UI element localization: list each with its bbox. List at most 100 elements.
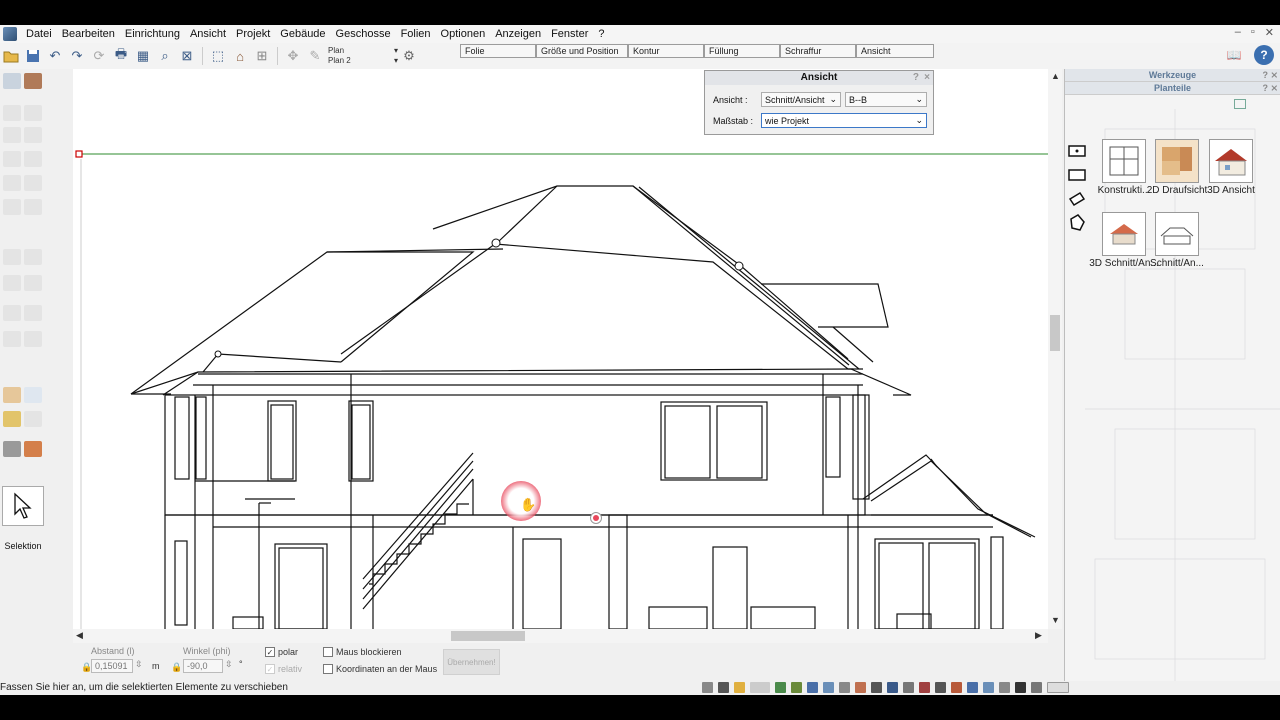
menu-ansicht[interactable]: Ansicht: [185, 28, 231, 40]
print-preview-icon[interactable]: ▦: [133, 46, 153, 66]
lock-icon[interactable]: 🔒: [171, 662, 182, 673]
koordinaten-checkbox[interactable]: Koordinaten an der Maus: [323, 664, 437, 674]
snap-icon[interactable]: [750, 682, 770, 693]
scroll-left-icon[interactable]: ◀: [76, 630, 83, 641]
polar-checkbox[interactable]: ✓ polar: [265, 647, 298, 657]
undo-icon[interactable]: ↶: [45, 46, 65, 66]
layers-icon[interactable]: ⚙: [399, 46, 419, 66]
pen-tool-icon[interactable]: [24, 411, 42, 427]
rectangle-frame-icon[interactable]: [1067, 143, 1087, 159]
tab-ansicht[interactable]: Ansicht: [856, 44, 934, 58]
panel-close-icon[interactable]: ⨯: [1270, 69, 1278, 82]
close-icon[interactable]: ✕: [1265, 26, 1274, 39]
open-folder-icon[interactable]: [1, 46, 21, 66]
panel-close-icon[interactable]: ⨯: [1270, 82, 1278, 95]
menu-anzeigen[interactable]: Anzeigen: [490, 28, 546, 40]
print-area-icon[interactable]: [1047, 682, 1069, 693]
winkel-field[interactable]: -90,0: [183, 659, 223, 673]
tools-icon[interactable]: [935, 682, 946, 693]
menu-einrichtung[interactable]: Einrichtung: [120, 28, 185, 40]
hammer-icon[interactable]: [1015, 682, 1026, 693]
planteile-header[interactable]: Planteile? ⨯: [1065, 82, 1280, 95]
print-icon[interactable]: 🖶: [111, 46, 131, 66]
walk-icon[interactable]: [871, 682, 882, 693]
move-icon[interactable]: ✥: [283, 46, 303, 66]
massstab-dropdown[interactable]: wie Projekt ⌄: [761, 113, 927, 128]
camera-icon[interactable]: [887, 682, 898, 693]
layer-icon[interactable]: [775, 682, 786, 693]
list-view-icon[interactable]: [1234, 99, 1246, 109]
menu-projekt[interactable]: Projekt: [231, 28, 275, 40]
marker-icon[interactable]: [1031, 682, 1042, 693]
ortho-icon[interactable]: ⊞: [252, 46, 272, 66]
menu-fenster[interactable]: Fenster: [546, 28, 593, 40]
stair-tool-icon[interactable]: [3, 175, 21, 191]
tab-folie[interactable]: Folie: [460, 44, 536, 58]
plan-selector[interactable]: Plan ▾ Plan 2 ▾: [328, 46, 398, 66]
dialog-help-icon[interactable]: ?: [913, 71, 919, 85]
scroll-right-icon[interactable]: ▶: [1035, 630, 1042, 641]
scroll-down-icon[interactable]: ▼: [1051, 615, 1060, 625]
maus-blockieren-checkbox[interactable]: Maus blockieren: [323, 647, 402, 657]
menu-optionen[interactable]: Optionen: [436, 28, 491, 40]
panel-help-icon[interactable]: ?: [1263, 69, 1269, 82]
winkel-stepper-icon[interactable]: ⇳: [225, 659, 233, 670]
menu-geschosse[interactable]: Geschosse: [331, 28, 396, 40]
zoom-all-icon[interactable]: ⊠: [177, 46, 197, 66]
person-icon[interactable]: [903, 682, 914, 693]
area-tool-icon[interactable]: [24, 305, 42, 321]
drawing-canvas[interactable]: ✋: [73, 69, 1048, 629]
horizontal-scroll-thumb[interactable]: [451, 631, 525, 641]
abstand-field[interactable]: 0,15091: [91, 659, 133, 673]
window-tool-icon[interactable]: [3, 151, 21, 167]
polygon-rotate-icon[interactable]: [1067, 191, 1087, 207]
pencil-icon[interactable]: ✎: [305, 46, 325, 66]
slab-tool-icon[interactable]: [24, 175, 42, 191]
roof-tool-icon[interactable]: [24, 151, 42, 167]
planteil-schnitt-ansicht[interactable]: Schnitt/An...: [1141, 212, 1213, 269]
selection-tool-button[interactable]: [2, 486, 44, 526]
tab-schraffur[interactable]: Schraffur: [780, 44, 856, 58]
dimension-icon[interactable]: [983, 682, 994, 693]
planteil-3d-ansicht[interactable]: 3D Ansicht: [1195, 139, 1267, 196]
pencil-status-icon[interactable]: [734, 682, 745, 693]
pentagon-icon[interactable]: [1067, 214, 1087, 231]
apply-button[interactable]: Übernehmen!: [443, 649, 500, 675]
werkzeuge-header[interactable]: Werkzeuge? ⨯: [1065, 69, 1280, 82]
text-tool-icon[interactable]: [24, 387, 42, 403]
view-tool-icon[interactable]: [24, 331, 42, 347]
light-tool-icon[interactable]: [24, 275, 42, 291]
section-dropdown[interactable]: B--B ⌄: [845, 92, 927, 107]
wall-edit-icon[interactable]: [24, 105, 42, 121]
house-3d-icon[interactable]: ⌂: [230, 46, 250, 66]
opening-tool-icon[interactable]: [24, 199, 42, 215]
menu-gebaeude[interactable]: Gebäude: [275, 28, 330, 40]
render-tool-icon[interactable]: [3, 441, 21, 457]
redo-icon[interactable]: ↷: [67, 46, 87, 66]
room-tool-icon[interactable]: [3, 199, 21, 215]
symbol-icon[interactable]: [999, 682, 1010, 693]
zoom-window-icon[interactable]: ⌕: [155, 46, 175, 66]
vertical-scroll-thumb[interactable]: [1050, 315, 1060, 351]
door-tool-icon[interactable]: [24, 127, 42, 143]
measure-tool-icon[interactable]: [3, 305, 21, 321]
arrow-select-icon[interactable]: [3, 73, 21, 89]
menu-datei[interactable]: Datei: [21, 28, 57, 40]
tab-groesse-position[interactable]: Größe und Position: [536, 44, 628, 58]
stop-icon[interactable]: [951, 682, 962, 693]
view-icon[interactable]: [807, 682, 818, 693]
fence-tool-icon[interactable]: [24, 249, 42, 265]
cube-icon[interactable]: ⬚: [208, 46, 228, 66]
help-icon[interactable]: ?: [1254, 45, 1274, 65]
menu-help[interactable]: ?: [593, 28, 609, 40]
raster-icon[interactable]: [718, 682, 729, 693]
floor-icon[interactable]: [791, 682, 802, 693]
abstand-stepper-icon[interactable]: ⇳: [135, 659, 143, 670]
terrain-tool-icon[interactable]: [3, 249, 21, 265]
construction-icon[interactable]: [24, 73, 42, 89]
vertical-scrollbar[interactable]: ▲ ▼: [1048, 69, 1062, 629]
wall-tool-icon[interactable]: [3, 105, 21, 121]
horizontal-scrollbar[interactable]: ◀ ▶: [73, 629, 1048, 643]
book-icon[interactable]: 📖: [1224, 45, 1244, 65]
save-icon[interactable]: [23, 46, 43, 66]
